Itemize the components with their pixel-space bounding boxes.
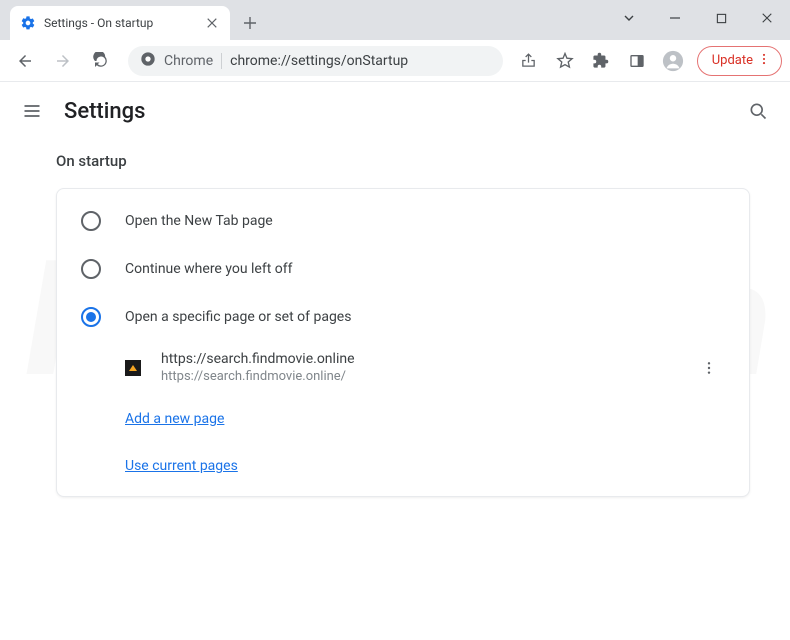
close-tab-icon[interactable] bbox=[204, 15, 220, 31]
main-content: On startup Open the New Tab page Continu… bbox=[0, 140, 790, 497]
more-actions-icon[interactable] bbox=[693, 352, 725, 384]
radio-new-tab[interactable]: Open the New Tab page bbox=[57, 197, 749, 245]
page-text: https://search.findmovie.online https://… bbox=[161, 351, 673, 384]
radio-icon bbox=[81, 259, 101, 279]
maximize-button[interactable] bbox=[698, 0, 744, 36]
minimize-button[interactable] bbox=[652, 0, 698, 36]
profile-icon[interactable] bbox=[657, 45, 689, 77]
radio-continue[interactable]: Continue where you left off bbox=[57, 245, 749, 293]
page-title: Settings bbox=[64, 99, 145, 124]
gear-icon bbox=[20, 15, 36, 31]
search-icon[interactable] bbox=[746, 99, 770, 123]
browser-tab[interactable]: Settings - On startup bbox=[10, 6, 230, 40]
url-prefix: Chrome bbox=[164, 53, 213, 69]
radio-label: Open a specific page or set of pages bbox=[125, 309, 351, 325]
radio-specific-pages[interactable]: Open a specific page or set of pages bbox=[57, 293, 749, 341]
forward-button[interactable] bbox=[46, 44, 80, 78]
chrome-logo-icon bbox=[140, 51, 156, 71]
radio-icon bbox=[81, 307, 101, 327]
tab-title: Settings - On startup bbox=[44, 16, 196, 30]
close-window-button[interactable] bbox=[744, 0, 790, 36]
reload-button[interactable] bbox=[84, 44, 118, 78]
startup-card: Open the New Tab page Continue where you… bbox=[56, 188, 750, 497]
bookmark-star-icon[interactable] bbox=[549, 45, 581, 77]
use-current-link[interactable]: Use current pages bbox=[125, 458, 238, 474]
radio-label: Open the New Tab page bbox=[125, 213, 273, 229]
section-title: On startup bbox=[56, 152, 750, 170]
new-tab-button[interactable] bbox=[236, 9, 264, 37]
address-bar[interactable]: Chrome chrome://settings/onStartup bbox=[128, 46, 503, 76]
startup-page-row: https://search.findmovie.online https://… bbox=[57, 341, 749, 394]
back-button[interactable] bbox=[8, 44, 42, 78]
radio-icon bbox=[81, 211, 101, 231]
use-current-row: Use current pages bbox=[57, 441, 749, 488]
title-bar: Settings - On startup bbox=[0, 0, 790, 40]
add-page-link[interactable]: Add a new page bbox=[125, 411, 224, 427]
tab-search-icon[interactable] bbox=[606, 0, 652, 36]
page-entry-url: https://search.findmovie.online/ bbox=[161, 369, 673, 384]
page-entry-title: https://search.findmovie.online bbox=[161, 351, 673, 367]
menu-dots-icon bbox=[757, 52, 771, 70]
url-divider bbox=[221, 53, 222, 69]
url-text: chrome://settings/onStartup bbox=[230, 53, 408, 69]
side-panel-icon[interactable] bbox=[621, 45, 653, 77]
share-icon[interactable] bbox=[513, 45, 545, 77]
radio-label: Continue where you left off bbox=[125, 261, 293, 277]
page-favicon-icon bbox=[125, 360, 141, 376]
update-label: Update bbox=[712, 53, 753, 68]
settings-header: Settings bbox=[0, 82, 790, 140]
toolbar: Chrome chrome://settings/onStartup Updat… bbox=[0, 40, 790, 82]
menu-icon[interactable] bbox=[20, 99, 44, 123]
extensions-icon[interactable] bbox=[585, 45, 617, 77]
update-button[interactable]: Update bbox=[697, 46, 782, 76]
add-page-row: Add a new page bbox=[57, 394, 749, 441]
